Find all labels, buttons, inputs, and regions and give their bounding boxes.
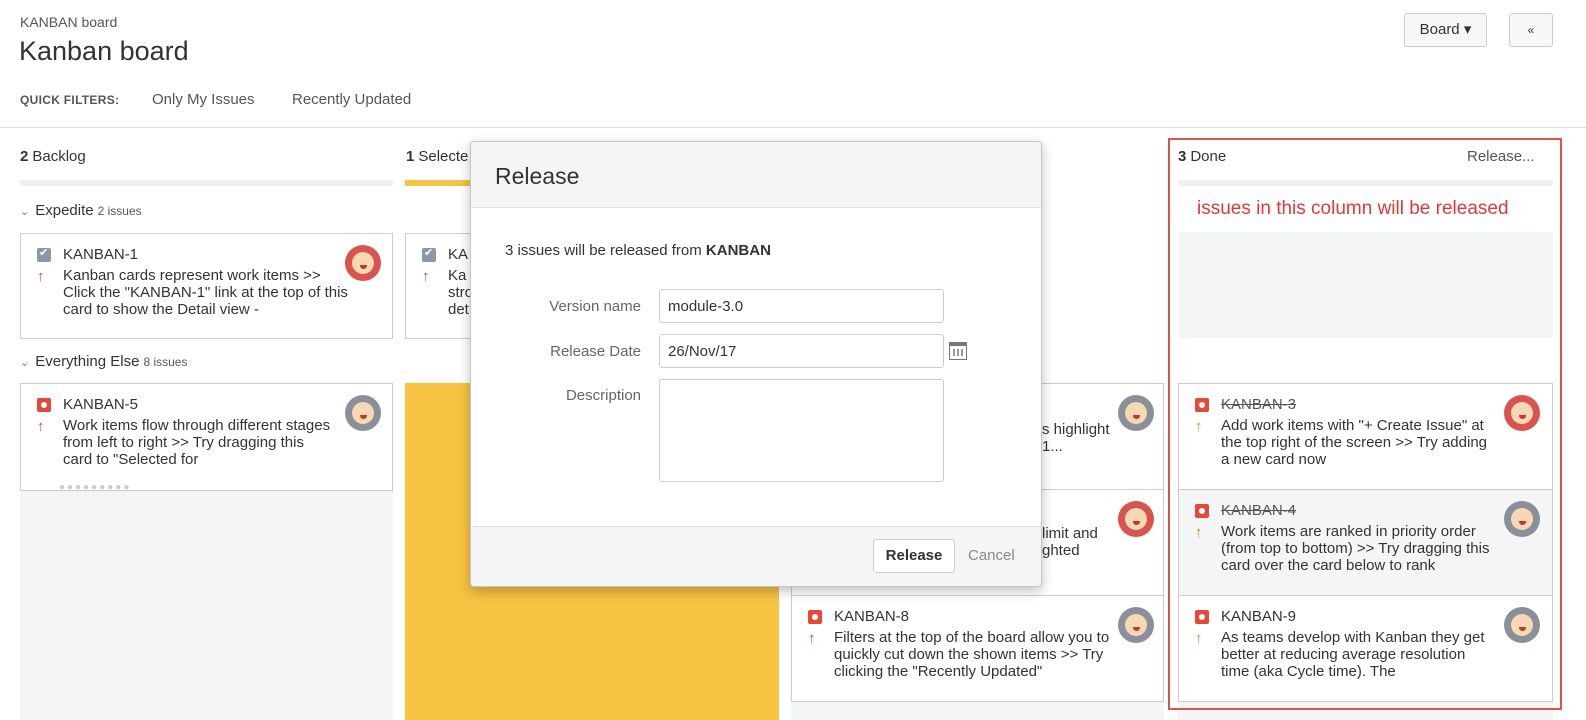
breadcrumb[interactable]: KANBAN board bbox=[20, 14, 117, 30]
card-key[interactable]: KANBAN-1 bbox=[63, 246, 138, 263]
release-info-text: 3 issues will be released from bbox=[505, 242, 706, 259]
card-summary: Work items flow through different stages… bbox=[63, 417, 331, 468]
board-menu-button[interactable]: Board ▾ bbox=[1404, 13, 1487, 47]
description-label: Description bbox=[565, 387, 641, 404]
calendar-icon[interactable] bbox=[949, 342, 967, 360]
release-submit-button[interactable]: Release bbox=[873, 539, 955, 573]
board-header: KANBAN board Kanban board QUICK FILTERS:… bbox=[0, 0, 1586, 128]
version-name-input[interactable] bbox=[659, 289, 944, 323]
card-key[interactable]: KANBAN-9 bbox=[1221, 608, 1296, 625]
priority-arrow-icon: ↑ bbox=[422, 268, 430, 285]
release-date-label: Release Date bbox=[550, 343, 641, 360]
card-summary: limit and ghted bbox=[1042, 525, 1098, 559]
column-header-backlog: 2 Backlog bbox=[20, 148, 86, 165]
avatar bbox=[1118, 395, 1154, 431]
card-kanban-1[interactable]: KANBAN-1 ↑ Kanban cards represent work i… bbox=[20, 233, 393, 339]
priority-arrow-icon: ↑ bbox=[808, 630, 816, 647]
card-kanban-4[interactable]: KANBAN-4 ↑ Work items are ranked in prio… bbox=[1178, 489, 1553, 596]
bug-icon bbox=[808, 610, 822, 624]
card-key[interactable]: KANBAN-3 bbox=[1221, 396, 1296, 413]
swimlane-expedite[interactable]: ⌄ Expedite 2 issues bbox=[20, 202, 142, 219]
chevron-down-icon: ⌄ bbox=[20, 206, 30, 218]
column-bar-done bbox=[1178, 180, 1553, 186]
card-summary: Filters at the top of the board allow yo… bbox=[834, 629, 1110, 680]
task-icon bbox=[37, 246, 51, 262]
swimlane-name: Everything Else bbox=[35, 353, 140, 370]
avatar bbox=[1504, 607, 1540, 643]
swimlane-count: 2 issues bbox=[97, 204, 142, 218]
task-icon bbox=[422, 246, 436, 262]
swimlane-everything-else[interactable]: ⌄ Everything Else 8 issues bbox=[20, 353, 187, 370]
swimlane-name: Expedite bbox=[35, 202, 94, 219]
priority-arrow-icon: ↑ bbox=[1195, 418, 1203, 435]
dialog-footer: Release Cancel bbox=[471, 526, 1041, 586]
card-summary: s highlight 1... bbox=[1042, 421, 1110, 455]
quick-filter-recently-updated[interactable]: Recently Updated bbox=[292, 91, 411, 108]
done-column-annotation: issues in this column will be released bbox=[1197, 198, 1509, 219]
priority-arrow-icon: ↑ bbox=[1195, 524, 1203, 541]
column-bar-selected bbox=[405, 180, 471, 186]
card-key[interactable]: KANBAN-5 bbox=[63, 396, 138, 413]
card-key[interactable]: KANBAN-4 bbox=[1221, 502, 1296, 519]
release-project: KANBAN bbox=[705, 242, 771, 259]
card-fade-indicator: ●●●●●●●●● bbox=[59, 482, 132, 491]
bug-icon bbox=[1195, 610, 1209, 624]
avatar bbox=[1504, 501, 1540, 537]
priority-arrow-icon: ↑ bbox=[1195, 630, 1203, 647]
avatar bbox=[1118, 501, 1154, 537]
card-kanban-9[interactable]: KANBAN-9 ↑ As teams develop with Kanban … bbox=[1178, 595, 1553, 702]
version-name-label: Version name bbox=[549, 298, 641, 315]
column-name: Selecte bbox=[418, 148, 469, 165]
page-title: Kanban board bbox=[19, 36, 189, 66]
column-header-selected: 1 Selecte bbox=[406, 148, 468, 165]
column-name: Done bbox=[1190, 148, 1227, 165]
avatar bbox=[1504, 395, 1540, 431]
card-summary: Add work items with "+ Create Issue" at … bbox=[1221, 417, 1488, 468]
release-info: 3 issues will be released from KANBAN bbox=[505, 242, 771, 259]
card-summary: As teams develop with Kanban they get be… bbox=[1221, 629, 1485, 680]
cancel-link[interactable]: Cancel bbox=[968, 547, 1015, 564]
card-key[interactable]: KANBAN-8 bbox=[834, 608, 909, 625]
card-key[interactable]: KA bbox=[448, 246, 468, 263]
column-count: 1 bbox=[406, 148, 415, 165]
column-name: Backlog bbox=[32, 148, 86, 165]
description-textarea[interactable] bbox=[659, 379, 944, 482]
card-summary: Kanban cards represent work items >> Cli… bbox=[63, 267, 348, 318]
release-dialog: Release 3 issues will be released from K… bbox=[470, 141, 1042, 587]
avatar bbox=[345, 395, 381, 431]
column-header-done: 3 Done bbox=[1178, 148, 1226, 165]
column-count: 3 bbox=[1178, 148, 1187, 165]
bug-icon bbox=[1195, 504, 1209, 518]
card-kanban-8[interactable]: KANBAN-8 ↑ Filters at the top of the boa… bbox=[791, 595, 1164, 702]
release-link[interactable]: Release... bbox=[1467, 148, 1535, 165]
quick-filter-only-my-issues[interactable]: Only My Issues bbox=[152, 91, 255, 108]
swimlane-count: 8 issues bbox=[143, 355, 188, 369]
dialog-header: Release bbox=[471, 142, 1041, 208]
bug-icon bbox=[1195, 398, 1209, 412]
chevron-down-icon: ⌄ bbox=[20, 357, 30, 369]
priority-arrow-icon: ↑ bbox=[37, 418, 45, 435]
priority-arrow-icon: ↑ bbox=[37, 268, 45, 285]
collapse-header-button[interactable]: « bbox=[1509, 13, 1553, 47]
release-date-input[interactable] bbox=[659, 334, 944, 368]
column-count: 2 bbox=[20, 148, 29, 165]
bug-icon bbox=[37, 398, 51, 412]
card-summary: Work items are ranked in priority order … bbox=[1221, 523, 1490, 574]
column-bar-backlog bbox=[20, 180, 393, 186]
card-kanban-5[interactable]: KANBAN-5 ↑ Work items flow through diffe… bbox=[20, 383, 393, 491]
dialog-title: Release bbox=[495, 163, 580, 189]
avatar bbox=[1118, 607, 1154, 643]
quick-filters-label: QUICK FILTERS: bbox=[20, 93, 120, 107]
done-expedite-cell bbox=[1178, 232, 1553, 338]
avatar bbox=[345, 245, 381, 281]
card-kanban-3[interactable]: KANBAN-3 ↑ Add work items with "+ Create… bbox=[1178, 383, 1553, 490]
